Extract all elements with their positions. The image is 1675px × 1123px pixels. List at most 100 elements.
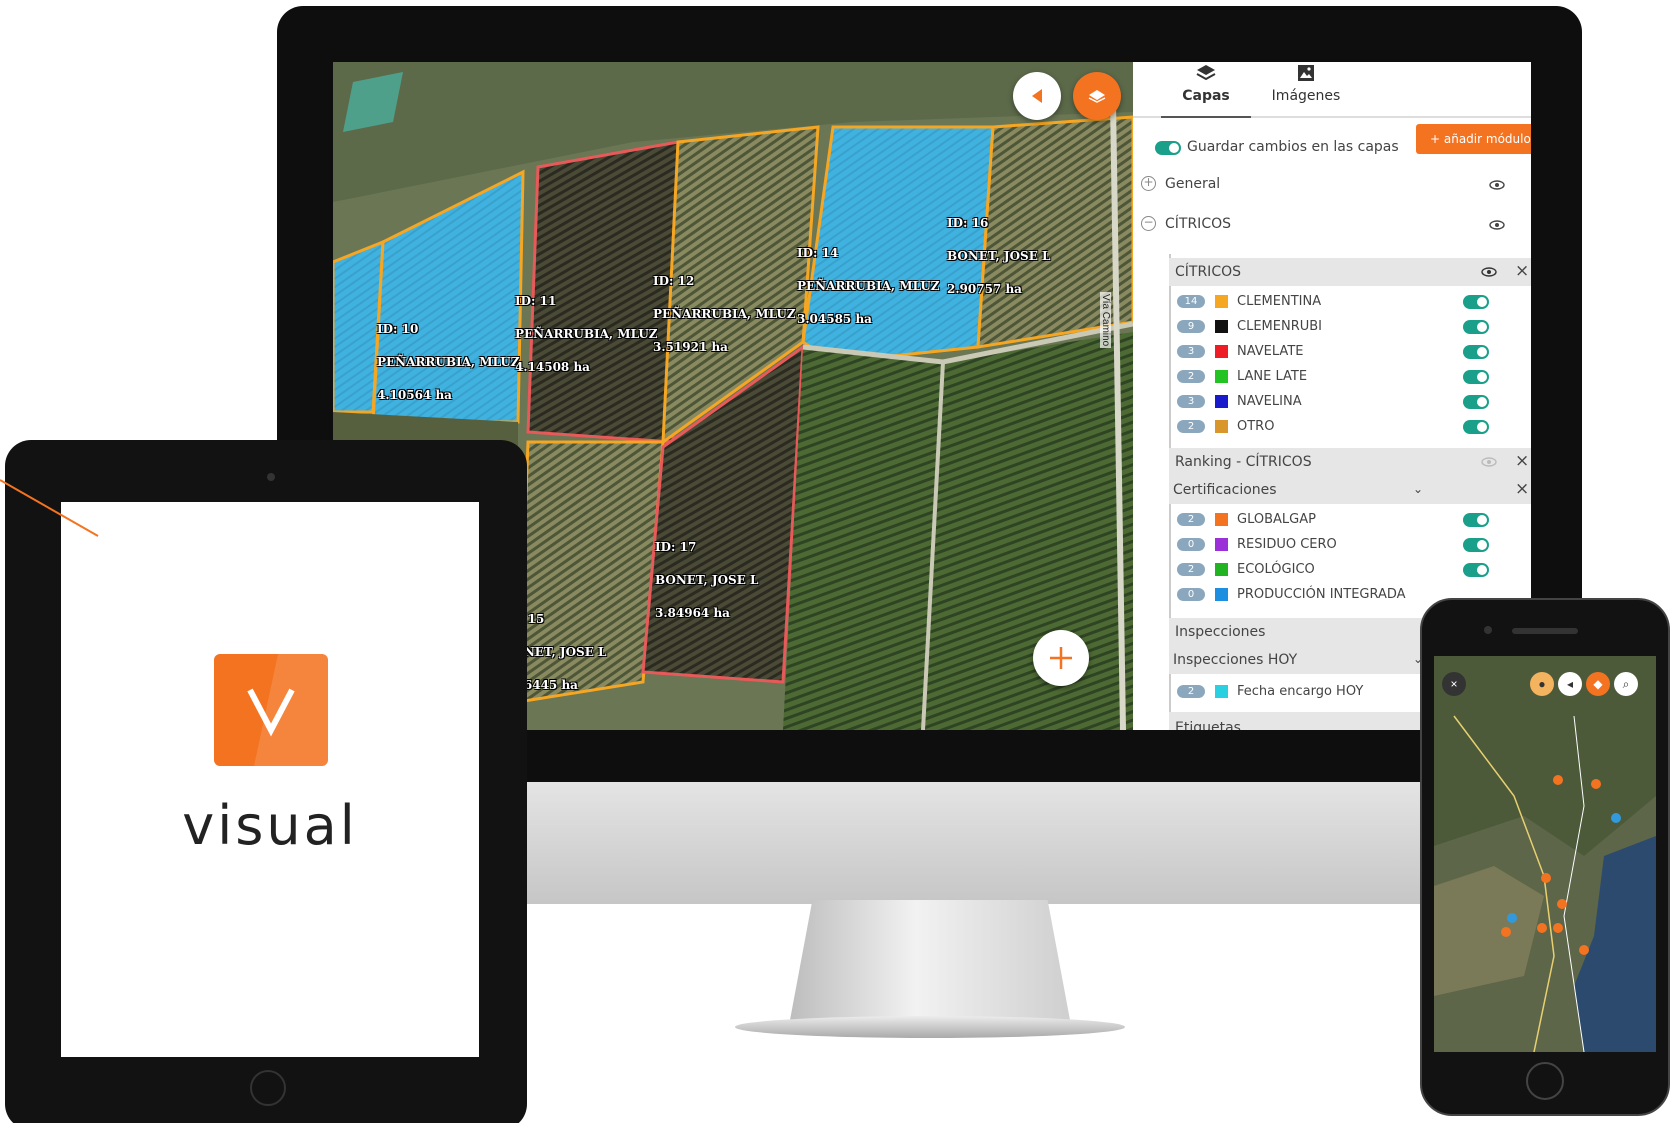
category-label: NAVELATE (1237, 344, 1304, 359)
phone-map-screen[interactable]: × ● ◂ ◆ ⌕ (1434, 656, 1656, 1052)
back-icon[interactable]: ◂ (1558, 672, 1582, 696)
color-swatch (1215, 370, 1228, 383)
plot-id: ID: 16 (947, 216, 989, 230)
phone-map (1434, 656, 1656, 1052)
add-module-button[interactable]: + añadir módulo (1416, 124, 1531, 154)
category-toggle[interactable] (1463, 538, 1489, 552)
road-label: Vía Camino (1100, 292, 1111, 349)
tab-imagenes[interactable]: Imágenes (1251, 62, 1361, 118)
count-badge: 0 (1177, 538, 1205, 551)
category-label: OTRO (1237, 419, 1275, 434)
layers-icon[interactable]: ◆ (1586, 672, 1610, 696)
monitor-stand (790, 900, 1070, 1020)
color-swatch (1215, 395, 1228, 408)
color-swatch (1215, 513, 1228, 526)
category-toggle[interactable] (1463, 563, 1489, 577)
category-toggle[interactable] (1463, 513, 1489, 527)
category-toggle[interactable] (1463, 345, 1489, 359)
close-icon[interactable]: × (1442, 672, 1466, 696)
layers-icon (1196, 65, 1216, 81)
eye-icon[interactable] (1489, 220, 1505, 230)
layer-header-label: Ranking - CÍTRICOS (1175, 454, 1312, 470)
category-toggle[interactable] (1463, 420, 1489, 434)
eye-icon[interactable] (1481, 457, 1497, 467)
product-mockup: ID: 10 PEÑARRUBIA, MLUZ 4.10564 ha ID: 1… (0, 0, 1675, 1123)
plot-area: 3.84964 ha (655, 606, 730, 620)
plot-owner: PEÑARRUBIA, MLUZ (653, 307, 796, 321)
plot-owner: PEÑARRUBIA, MLUZ (515, 327, 658, 341)
save-changes-label: Guardar cambios en las capas (1187, 139, 1399, 155)
close-icon[interactable]: × (1515, 453, 1529, 470)
layer-header-label: CÍTRICOS (1175, 264, 1241, 280)
search-icon[interactable]: ⌕ (1614, 672, 1638, 696)
color-swatch (1215, 320, 1228, 333)
color-swatch (1215, 588, 1228, 601)
tablet-screen: V visual (61, 502, 479, 1057)
collapse-icon[interactable]: − (1141, 216, 1156, 231)
category-toggle[interactable] (1463, 370, 1489, 384)
phone-speaker (1512, 628, 1578, 634)
logo-v-mark: V (247, 654, 328, 766)
plot-id: ID: 10 (377, 322, 419, 336)
category-row: 14 CLEMENTINA (1177, 292, 1489, 314)
group-label: General (1165, 176, 1221, 192)
count-badge: 2 (1177, 420, 1205, 433)
plot-area: 4.10564 ha (377, 388, 452, 402)
add-parcel-button[interactable] (1033, 630, 1089, 686)
plot-owner: PEÑARRUBIA, MLUZ (797, 279, 940, 293)
phone-home-button[interactable] (1526, 1062, 1564, 1100)
close-icon[interactable]: × (1515, 481, 1529, 498)
eye-icon[interactable] (1489, 180, 1505, 190)
layer-header-label: Inspecciones (1175, 624, 1266, 640)
layer-header-ranking[interactable]: Ranking - CÍTRICOS × (1169, 448, 1531, 476)
save-changes-toggle[interactable] (1155, 141, 1181, 155)
count-badge: 2 (1177, 685, 1205, 698)
layer-header-label: Certificaciones (1173, 482, 1277, 498)
group-general[interactable]: + General (1141, 174, 1521, 198)
category-toggle[interactable] (1463, 295, 1489, 309)
category-row: 0 RESIDUO CERO (1177, 535, 1489, 557)
plot-area: 2.90757 ha (947, 282, 1022, 296)
plot-area: 3.51921 ha (653, 340, 728, 354)
plot-label-16: ID: 16 BONET, JOSE L 2.90757 ha (947, 196, 1050, 317)
caret-left-icon (1032, 89, 1042, 103)
close-icon[interactable]: × (1515, 263, 1529, 280)
layer-header-certificaciones[interactable]: Certificaciones ⌄ × (1169, 476, 1531, 504)
category-label: GLOBALGAP (1237, 512, 1316, 527)
count-badge: 2 (1177, 563, 1205, 576)
color-swatch (1215, 563, 1228, 576)
layers-button[interactable] (1073, 72, 1121, 120)
category-label: PRODUCCIÓN INTEGRADA (1237, 587, 1406, 602)
category-label: RESIDUO CERO (1237, 537, 1337, 552)
tablet-home-button[interactable] (250, 1070, 286, 1106)
tablet-camera (267, 473, 275, 481)
plot-label-14: ID: 14 PEÑARRUBIA, MLUZ 3.04585 ha (797, 226, 940, 347)
plot-label-11: ID: 11 PEÑARRUBIA, MLUZ 4.14508 ha (515, 274, 658, 395)
tab-label: Imágenes (1271, 88, 1341, 104)
count-badge: 3 (1177, 345, 1205, 358)
plot-label-12: ID: 12 PEÑARRUBIA, MLUZ 3.51921 ha (653, 254, 796, 375)
category-toggle[interactable] (1463, 320, 1489, 334)
layer-header-label: Etiquetas (1175, 720, 1241, 730)
color-swatch (1215, 420, 1228, 433)
count-badge: 9 (1177, 320, 1205, 333)
category-row: 3 NAVELATE (1177, 342, 1489, 364)
color-swatch (1215, 685, 1228, 698)
layer-header-citricos[interactable]: CÍTRICOS × (1169, 258, 1531, 286)
monitor-foot (735, 1016, 1125, 1038)
category-row: 2 OTRO (1177, 417, 1489, 439)
eye-icon[interactable] (1481, 267, 1497, 277)
count-badge: 14 (1177, 295, 1205, 308)
panel-tabs: Capas Imágenes (1133, 62, 1531, 118)
group-citricos[interactable]: − CÍTRICOS (1141, 214, 1521, 238)
expand-icon[interactable]: + (1141, 176, 1156, 191)
phone-camera (1484, 626, 1492, 634)
pin-icon[interactable]: ● (1530, 672, 1554, 696)
back-button[interactable] (1013, 72, 1061, 120)
category-toggle[interactable] (1463, 395, 1489, 409)
chevron-down-icon[interactable]: ⌄ (1413, 482, 1423, 496)
category-label: ECOLÓGICO (1237, 562, 1315, 577)
pointer-line (0, 479, 99, 537)
plot-id: ID: 14 (797, 246, 839, 260)
tab-capas[interactable]: Capas (1161, 62, 1251, 118)
